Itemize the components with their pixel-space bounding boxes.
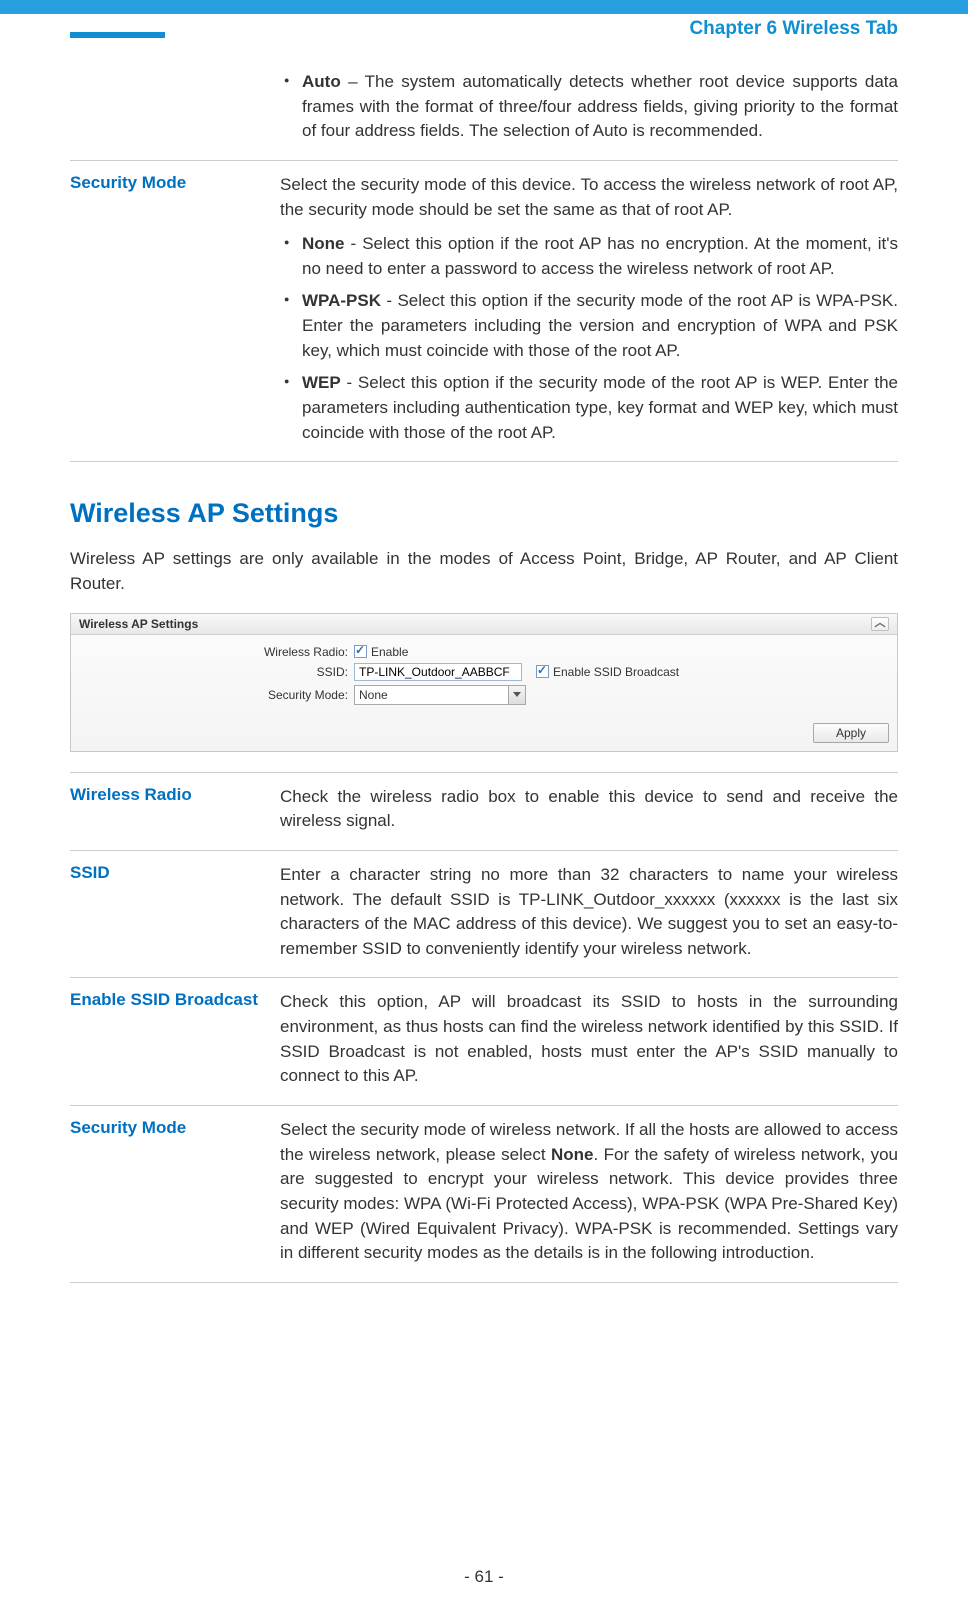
- top-accent-bar: [0, 0, 968, 14]
- auto-bold: Auto: [302, 72, 341, 91]
- section-intro: Wireless AP settings are only available …: [70, 547, 898, 596]
- panel-collapse-button[interactable]: ︿: [871, 617, 889, 631]
- panel-title: Wireless AP Settings: [79, 617, 198, 631]
- enable-label: Enable: [371, 645, 408, 659]
- chapter-title: Chapter 6 Wireless Tab: [689, 18, 898, 40]
- auto-text: – The system automatically detects wheth…: [302, 72, 898, 140]
- wpa-bold: WPA-PSK: [302, 291, 381, 310]
- security-mode-intro-top: Select the security mode of this device.…: [280, 173, 898, 222]
- enable-ssid-broadcast-label: Enable SSID Broadcast: [553, 665, 679, 679]
- security-mode-term: Security Mode: [70, 1118, 280, 1266]
- none-text: - Select this option if the root AP has …: [302, 234, 898, 278]
- security-mode-select[interactable]: None: [354, 685, 526, 705]
- wpa-text: - Select this option if the security mod…: [302, 291, 898, 359]
- enable-ssid-broadcast-term: Enable SSID Broadcast: [70, 990, 280, 1089]
- ssid-desc: Enter a character string no more than 32…: [280, 863, 898, 962]
- security-mode-label: Security Mode:: [79, 688, 354, 702]
- security-mode-desc: Select the security mode of wireless net…: [280, 1118, 898, 1266]
- security-mode-value: None: [359, 688, 388, 702]
- wep-text: - Select this option if the security mod…: [302, 373, 898, 441]
- wep-bold: WEP: [302, 373, 341, 392]
- chevron-down-icon: [513, 692, 521, 697]
- wep-bullet: WEP - Select this option if the security…: [280, 371, 898, 445]
- security-mode-desc-bold: None: [551, 1145, 594, 1164]
- wireless-radio-checkbox[interactable]: [354, 645, 367, 658]
- wpa-psk-bullet: WPA-PSK - Select this option if the secu…: [280, 289, 898, 363]
- none-bullet: None - Select this option if the root AP…: [280, 232, 898, 281]
- page-number: - 61 -: [0, 1567, 968, 1587]
- ssid-input[interactable]: [354, 663, 522, 681]
- none-bold: None: [302, 234, 345, 253]
- wireless-radio-desc: Check the wireless radio box to enable t…: [280, 785, 898, 834]
- enable-ssid-broadcast-desc: Check this option, AP will broadcast its…: [280, 990, 898, 1089]
- empty-term: [70, 70, 280, 144]
- security-mode-term-top: Security Mode: [70, 173, 280, 445]
- auto-bullet: Auto – The system automatically detects …: [280, 70, 898, 144]
- header-underline: [70, 32, 165, 38]
- ssid-term: SSID: [70, 863, 280, 962]
- wireless-ap-settings-panel: Wireless AP Settings ︿ Wireless Radio: E…: [70, 613, 898, 752]
- apply-button[interactable]: Apply: [813, 723, 889, 743]
- ssid-label: SSID:: [79, 665, 354, 679]
- wireless-radio-term: Wireless Radio: [70, 785, 280, 834]
- enable-ssid-broadcast-checkbox[interactable]: [536, 665, 549, 678]
- section-heading-wireless-ap-settings: Wireless AP Settings: [70, 498, 898, 529]
- wireless-radio-label: Wireless Radio:: [79, 645, 354, 659]
